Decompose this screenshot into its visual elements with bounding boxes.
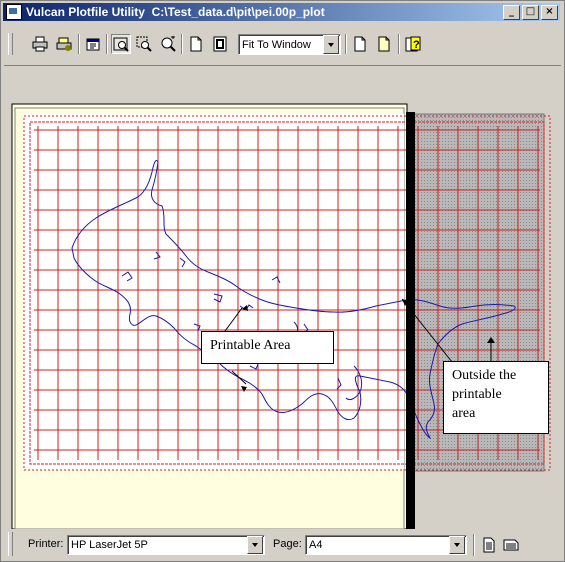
status-separator xyxy=(473,534,475,556)
outside-area-callout: Outside the printable area xyxy=(443,361,549,434)
printable-area xyxy=(24,114,404,469)
toolbar-separator xyxy=(181,34,183,54)
page-label: Page: xyxy=(273,538,302,550)
fit-window-button[interactable] xyxy=(111,34,131,54)
status-bar: Printer: HP LaserJet 5P Page: A4 xyxy=(3,530,560,558)
printer-label: Printer: xyxy=(28,538,64,550)
toolbar-grip[interactable] xyxy=(8,33,13,55)
toolbar-separator xyxy=(345,34,347,54)
zoom-area-icon xyxy=(136,36,152,52)
toolbar-separator xyxy=(398,34,400,54)
toolbar-separator xyxy=(106,34,108,54)
close-button[interactable]: × xyxy=(541,5,558,20)
zoom-in-button[interactable] xyxy=(158,34,178,54)
page-landscape-button[interactable] xyxy=(210,34,230,54)
title-bar[interactable]: Vulcan Plotfile Utility C:\Test_data.d\p… xyxy=(3,3,560,21)
portrait-page-icon xyxy=(483,537,495,553)
printer-select[interactable]: HP LaserJet 5P xyxy=(67,535,265,555)
open-page-icon xyxy=(378,36,390,52)
page-portrait-button[interactable] xyxy=(186,34,206,54)
print-button[interactable] xyxy=(30,34,50,54)
app-icon[interactable] xyxy=(6,4,22,20)
toolbar: Fit To Window ? xyxy=(3,23,560,63)
print-icon xyxy=(32,36,48,52)
statusbar-grip[interactable] xyxy=(8,532,13,556)
minimize-button[interactable]: _ xyxy=(503,5,520,20)
open-page-button[interactable] xyxy=(374,34,394,54)
help-icon: ? xyxy=(405,36,421,52)
properties-icon xyxy=(86,38,100,51)
toolbar-separator xyxy=(78,34,80,54)
help-button[interactable]: ? xyxy=(403,34,423,54)
properties-button[interactable] xyxy=(83,34,103,54)
portrait-orientation-button[interactable] xyxy=(479,535,499,555)
chevron-down-icon[interactable] xyxy=(449,536,465,554)
plot-workspace[interactable]: Printable Area Outside the printable are… xyxy=(4,65,561,530)
page-size-select[interactable]: A4 xyxy=(305,535,467,555)
zoom-select[interactable]: Fit To Window xyxy=(238,34,341,55)
svg-text:?: ? xyxy=(413,39,420,51)
zoom-in-icon xyxy=(161,36,176,52)
new-page-icon xyxy=(354,36,366,52)
chevron-down-icon[interactable] xyxy=(323,35,339,54)
outside-area-label-line: printable xyxy=(452,387,502,402)
plot-canvas[interactable] xyxy=(4,66,561,530)
page-size-select-value: A4 xyxy=(309,539,323,551)
maximize-button[interactable]: □ xyxy=(522,5,539,20)
print-setup-icon xyxy=(56,37,72,51)
new-page-button[interactable] xyxy=(350,34,370,54)
outside-area-label-line: Outside the xyxy=(452,368,517,383)
zoom-select-value: Fit To Window xyxy=(242,38,311,51)
outside-area-label-line: area xyxy=(452,406,476,421)
chevron-down-icon[interactable] xyxy=(247,536,263,554)
window-title: Vulcan Plotfile Utility C:\Test_data.d\p… xyxy=(26,5,325,19)
page-portrait-icon xyxy=(190,36,202,52)
printable-area-callout: Printable Area xyxy=(201,331,334,364)
page-landscape-icon xyxy=(213,36,227,52)
printable-limit-bar xyxy=(406,112,415,529)
printer-select-value: HP LaserJet 5P xyxy=(71,539,148,551)
landscape-orientation-button[interactable] xyxy=(501,535,521,555)
zoom-area-button[interactable] xyxy=(134,34,154,54)
landscape-page-icon xyxy=(503,539,519,551)
print-setup-button[interactable] xyxy=(54,34,74,54)
printable-area-label: Printable Area xyxy=(210,338,291,353)
app-window: Vulcan Plotfile Utility C:\Test_data.d\p… xyxy=(0,0,565,562)
fit-window-icon xyxy=(113,37,129,52)
